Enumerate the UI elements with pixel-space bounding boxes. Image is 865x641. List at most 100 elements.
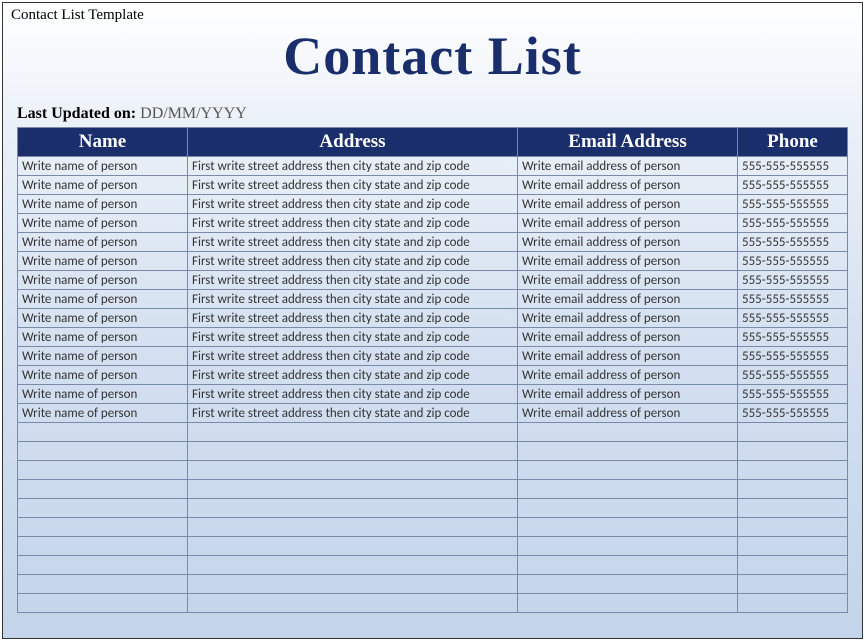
table-row-empty	[18, 423, 848, 442]
cell-empty	[738, 461, 848, 480]
cell-name: Write name of person	[18, 404, 188, 423]
contact-table-wrap: Name Address Email Address Phone Write n…	[17, 127, 848, 613]
cell-empty	[738, 575, 848, 594]
table-row: Write name of personFirst write street a…	[18, 252, 848, 271]
cell-empty	[738, 442, 848, 461]
cell-address: First write street address then city sta…	[188, 233, 518, 252]
table-row-empty	[18, 575, 848, 594]
col-header-phone: Phone	[738, 128, 848, 157]
table-row: Write name of personFirst write street a…	[18, 176, 848, 195]
cell-phone: 555-555-555555	[738, 328, 848, 347]
template-label: Contact List Template	[11, 7, 144, 24]
cell-empty	[188, 499, 518, 518]
table-body: Write name of personFirst write street a…	[18, 157, 848, 613]
table-row: Write name of personFirst write street a…	[18, 290, 848, 309]
cell-address: First write street address then city sta…	[188, 385, 518, 404]
cell-phone: 555-555-555555	[738, 176, 848, 195]
cell-phone: 555-555-555555	[738, 385, 848, 404]
cell-name: Write name of person	[18, 347, 188, 366]
cell-empty	[518, 461, 738, 480]
cell-empty	[518, 518, 738, 537]
cell-empty	[188, 556, 518, 575]
cell-name: Write name of person	[18, 176, 188, 195]
table-row-empty	[18, 594, 848, 613]
table-row: Write name of personFirst write street a…	[18, 233, 848, 252]
cell-email: Write email address of person	[518, 214, 738, 233]
cell-name: Write name of person	[18, 157, 188, 176]
cell-empty	[188, 461, 518, 480]
cell-empty	[188, 518, 518, 537]
cell-empty	[738, 594, 848, 613]
cell-email: Write email address of person	[518, 157, 738, 176]
last-updated-value: DD/MM/YYYY	[140, 105, 247, 122]
cell-phone: 555-555-555555	[738, 157, 848, 176]
cell-empty	[518, 442, 738, 461]
cell-email: Write email address of person	[518, 366, 738, 385]
cell-address: First write street address then city sta…	[188, 252, 518, 271]
cell-empty	[18, 594, 188, 613]
cell-name: Write name of person	[18, 309, 188, 328]
table-row-empty	[18, 556, 848, 575]
cell-empty	[738, 499, 848, 518]
cell-empty	[738, 480, 848, 499]
cell-empty	[18, 499, 188, 518]
cell-phone: 555-555-555555	[738, 195, 848, 214]
cell-email: Write email address of person	[518, 347, 738, 366]
document-page: Contact List Template Contact List Last …	[2, 2, 863, 639]
cell-email: Write email address of person	[518, 176, 738, 195]
table-row: Write name of personFirst write street a…	[18, 157, 848, 176]
table-row-empty	[18, 442, 848, 461]
cell-name: Write name of person	[18, 233, 188, 252]
cell-email: Write email address of person	[518, 309, 738, 328]
cell-email: Write email address of person	[518, 271, 738, 290]
col-header-email: Email Address	[518, 128, 738, 157]
cell-email: Write email address of person	[518, 404, 738, 423]
table-header-row: Name Address Email Address Phone	[18, 128, 848, 157]
cell-empty	[18, 556, 188, 575]
table-row: Write name of personFirst write street a…	[18, 385, 848, 404]
cell-empty	[188, 575, 518, 594]
cell-name: Write name of person	[18, 214, 188, 233]
cell-phone: 555-555-555555	[738, 347, 848, 366]
cell-empty	[738, 537, 848, 556]
cell-email: Write email address of person	[518, 195, 738, 214]
cell-address: First write street address then city sta…	[188, 195, 518, 214]
table-row: Write name of personFirst write street a…	[18, 309, 848, 328]
cell-empty	[518, 556, 738, 575]
last-updated: Last Updated on: DD/MM/YYYY	[17, 105, 862, 123]
table-row: Write name of personFirst write street a…	[18, 347, 848, 366]
cell-phone: 555-555-555555	[738, 309, 848, 328]
table-row-empty	[18, 461, 848, 480]
cell-address: First write street address then city sta…	[188, 404, 518, 423]
cell-empty	[18, 423, 188, 442]
table-row: Write name of personFirst write street a…	[18, 404, 848, 423]
cell-phone: 555-555-555555	[738, 233, 848, 252]
cell-empty	[518, 594, 738, 613]
cell-email: Write email address of person	[518, 252, 738, 271]
cell-name: Write name of person	[18, 328, 188, 347]
cell-name: Write name of person	[18, 366, 188, 385]
contact-table: Name Address Email Address Phone Write n…	[17, 127, 848, 613]
cell-empty	[188, 442, 518, 461]
cell-empty	[18, 537, 188, 556]
table-row: Write name of personFirst write street a…	[18, 271, 848, 290]
cell-phone: 555-555-555555	[738, 271, 848, 290]
col-header-name: Name	[18, 128, 188, 157]
cell-empty	[738, 518, 848, 537]
cell-empty	[518, 423, 738, 442]
table-row: Write name of personFirst write street a…	[18, 328, 848, 347]
table-row-empty	[18, 518, 848, 537]
cell-name: Write name of person	[18, 271, 188, 290]
cell-empty	[518, 499, 738, 518]
cell-empty	[18, 461, 188, 480]
cell-address: First write street address then city sta…	[188, 176, 518, 195]
cell-empty	[18, 518, 188, 537]
cell-empty	[738, 423, 848, 442]
table-row: Write name of personFirst write street a…	[18, 366, 848, 385]
cell-phone: 555-555-555555	[738, 290, 848, 309]
cell-empty	[188, 423, 518, 442]
cell-email: Write email address of person	[518, 328, 738, 347]
cell-empty	[188, 594, 518, 613]
cell-phone: 555-555-555555	[738, 366, 848, 385]
cell-empty	[18, 575, 188, 594]
